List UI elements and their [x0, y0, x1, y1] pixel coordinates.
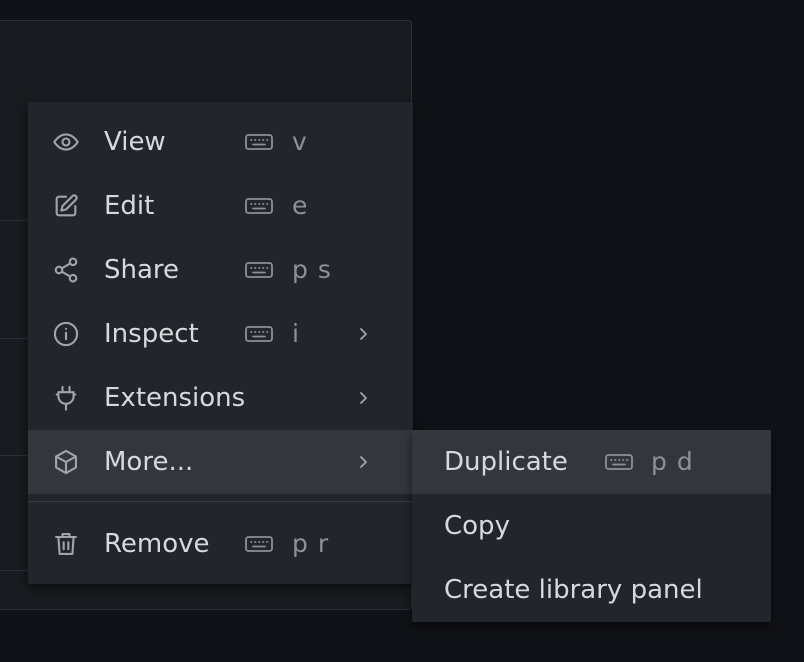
share-icon — [52, 256, 80, 284]
panel-context-menu: View v Edit e Share p s Inspect i Extens… — [28, 102, 413, 584]
trash-icon — [52, 530, 80, 558]
chevron-right-icon — [356, 452, 372, 472]
chevron-right-icon — [356, 324, 372, 344]
menu-item-view[interactable]: View v — [28, 110, 413, 174]
submenu-item-label: Duplicate — [444, 447, 568, 477]
keyboard-icon — [244, 238, 280, 302]
dashboard-canvas: View v Edit e Share p s Inspect i Extens… — [0, 0, 804, 662]
submenu-item-duplicate[interactable]: Duplicate p d — [412, 430, 771, 494]
chevron-right-icon — [356, 388, 372, 408]
menu-item-label: More... — [104, 447, 194, 477]
keyboard-icon — [244, 512, 280, 576]
shortcut-key: v — [292, 127, 308, 156]
keyboard-icon — [604, 430, 640, 494]
menu-item-label: Share — [104, 255, 180, 285]
more-submenu: Duplicate p d Copy Create library panel — [412, 430, 771, 622]
cube-icon — [52, 448, 80, 476]
menu-item-edit[interactable]: Edit e — [28, 174, 413, 238]
shortcut-key: p r — [292, 529, 330, 558]
submenu-item-label: Copy — [444, 511, 510, 541]
menu-item-more[interactable]: More... — [28, 430, 413, 494]
menu-item-label: Edit — [104, 191, 155, 221]
shortcut-key: p s — [292, 255, 332, 284]
info-icon — [52, 320, 80, 348]
menu-item-label: Inspect — [104, 319, 199, 349]
shortcut-key: p d — [651, 447, 694, 476]
menu-item-label: Extensions — [104, 383, 246, 413]
menu-item-label: Remove — [104, 529, 210, 559]
submenu-item-copy[interactable]: Copy — [412, 494, 771, 558]
menu-divider — [28, 501, 413, 502]
shortcut-key: e — [292, 191, 309, 220]
plug-icon — [52, 384, 80, 412]
menu-item-label: View — [104, 127, 166, 157]
eye-icon — [52, 128, 80, 156]
menu-item-share[interactable]: Share p s — [28, 238, 413, 302]
menu-item-extensions[interactable]: Extensions — [28, 366, 413, 430]
menu-item-remove[interactable]: Remove p r — [28, 512, 413, 576]
submenu-item-create-library-panel[interactable]: Create library panel — [412, 558, 771, 622]
menu-item-inspect[interactable]: Inspect i — [28, 302, 413, 366]
keyboard-icon — [244, 174, 280, 238]
submenu-item-label: Create library panel — [444, 575, 703, 605]
keyboard-icon — [244, 302, 280, 366]
shortcut-key: i — [292, 319, 300, 348]
keyboard-icon — [244, 110, 280, 174]
edit-icon — [52, 192, 80, 220]
